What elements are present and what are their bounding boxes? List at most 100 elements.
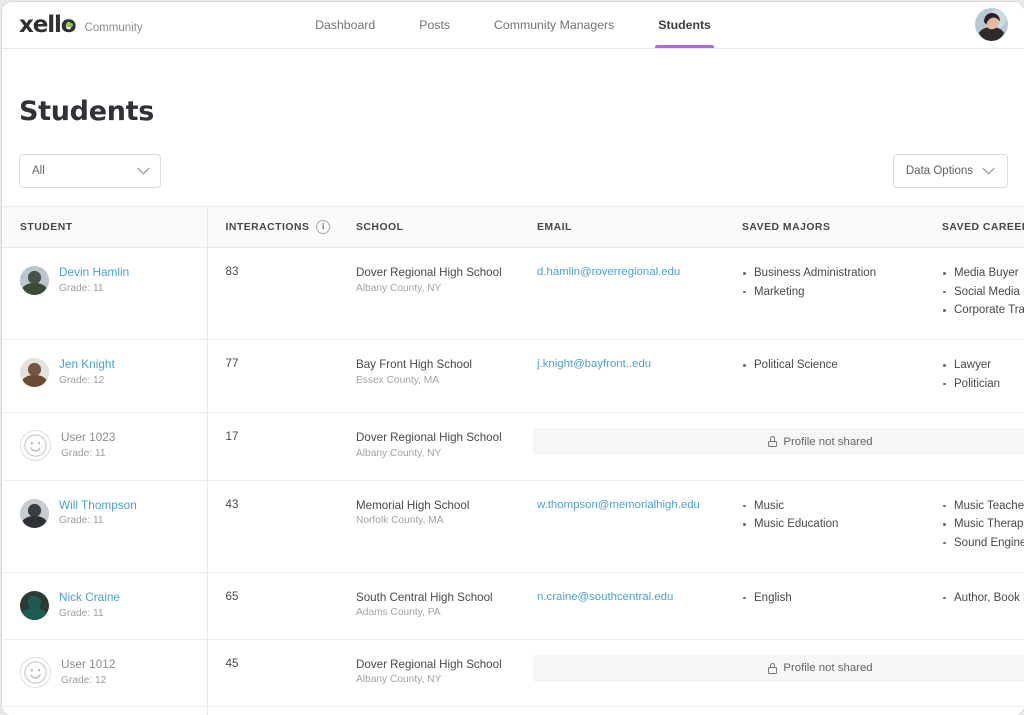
student-name[interactable]: Nick Craine xyxy=(59,590,120,606)
interactions-count: 77 xyxy=(208,357,339,370)
cell-interactions: 43 xyxy=(207,480,338,572)
table-body: Devin HamlinGrade: 1183Dover Regional Hi… xyxy=(2,248,1024,715)
student-info: Will ThompsonGrade: 11 xyxy=(59,498,137,529)
cell-school: Bay Front High SchoolEssex County, MA xyxy=(338,340,519,413)
avatar xyxy=(20,266,49,295)
avatar xyxy=(20,499,49,528)
email-link[interactable]: j.knight@bayfront..edu xyxy=(537,358,651,370)
table-row[interactable]: User 1012Grade: 12 45Dover Regional High … xyxy=(2,639,1024,706)
students-table: STUDENTINTERACTIONSiSCHOOLEMAILSAVED MAJ… xyxy=(2,206,1024,715)
career-item: Sound Engineer xyxy=(942,535,1024,552)
column-header-email[interactable]: EMAIL xyxy=(519,207,724,248)
column-header-label: SAVED CAREERS xyxy=(942,222,1024,233)
school-info: Dover Regional High SchoolAlbany County,… xyxy=(338,657,519,686)
cell-school: Dover Regional High SchoolAlbany County,… xyxy=(338,706,519,715)
cell-profile-not-shared: Profile not shared xyxy=(519,706,1024,715)
student-photo xyxy=(20,266,49,295)
student-cell: Devin HamlinGrade: 11 xyxy=(2,265,207,296)
interactions-count: 65 xyxy=(208,590,339,603)
career-item: Music Therapist xyxy=(942,516,1024,533)
nav-item-dashboard[interactable]: Dashboard xyxy=(293,2,397,48)
student-filter-value: All xyxy=(32,165,45,177)
school-info: Dover Regional High SchoolAlbany County,… xyxy=(338,430,519,459)
email-link[interactable]: n.craine@southcentral.edu xyxy=(537,591,673,603)
major-list: Political Science xyxy=(724,357,924,374)
info-icon[interactable]: i xyxy=(316,220,330,234)
cell-interactions: 83 xyxy=(207,248,338,340)
cell-saved-majors: MusicMusic Education xyxy=(724,480,924,572)
avatar xyxy=(20,657,51,688)
school-name: South Central High School xyxy=(356,590,509,606)
column-header-interactions[interactable]: INTERACTIONSi xyxy=(207,207,338,248)
school-name: Bay Front High School xyxy=(356,357,509,373)
nav-item-posts[interactable]: Posts xyxy=(397,2,472,48)
chevron-down-icon xyxy=(137,167,150,175)
cell-school: South Central High SchoolAdams County, P… xyxy=(338,572,519,639)
student-name[interactable]: Will Thompson xyxy=(59,498,137,514)
anonymous-user-icon xyxy=(21,658,50,687)
avatar xyxy=(20,358,49,387)
lock-icon xyxy=(768,436,777,447)
interactions-count: 17 xyxy=(208,430,339,443)
cell-interactions: 45 xyxy=(207,639,338,706)
cell-saved-careers: LawyerPolitician xyxy=(924,340,1024,413)
student-name[interactable]: Devin Hamlin xyxy=(59,265,129,281)
column-header-majors[interactable]: SAVED MAJORS xyxy=(724,207,924,248)
career-item: Music Teacher xyxy=(942,498,1024,515)
table-row[interactable]: User 1013Grade: 1128Dover Regional High … xyxy=(2,706,1024,715)
cell-profile-not-shared: Profile not shared xyxy=(519,639,1024,706)
table-row[interactable]: User 1023Grade: 11 17Dover Regional High … xyxy=(2,413,1024,480)
table-controls: All Data Options xyxy=(19,154,1008,188)
major-item: English xyxy=(742,590,914,607)
student-grade: Grade: 11 xyxy=(61,447,115,461)
school-location: Adams County, PA xyxy=(356,607,509,618)
cell-saved-majors: Business AdministrationMarketing xyxy=(724,248,924,340)
student-cell: User 1012Grade: 12 xyxy=(2,657,207,688)
cell-saved-majors: Political Science xyxy=(724,340,924,413)
nav-item-students[interactable]: Students xyxy=(636,2,733,48)
main-nav: DashboardPostsCommunity ManagersStudents xyxy=(2,2,1024,48)
student-photo xyxy=(20,591,49,620)
nav-item-community-managers[interactable]: Community Managers xyxy=(472,2,636,48)
student-info: User 1023Grade: 11 xyxy=(61,430,115,461)
table-row[interactable]: Devin HamlinGrade: 1183Dover Regional Hi… xyxy=(2,248,1024,340)
cell-school: Dover Regional High SchoolAlbany County,… xyxy=(338,639,519,706)
cell-interactions: 17 xyxy=(207,413,338,480)
column-header-student[interactable]: STUDENT xyxy=(2,207,207,248)
student-info: User 1012Grade: 12 xyxy=(61,657,115,688)
student-info: Devin HamlinGrade: 11 xyxy=(59,265,129,296)
career-list: Media BuyerSocial Media ManagerCorporate… xyxy=(924,265,1024,319)
column-header-careers[interactable]: SAVED CAREERS xyxy=(924,207,1024,248)
student-grade: Grade: 11 xyxy=(59,514,137,528)
user-avatar[interactable] xyxy=(975,8,1008,41)
students-table-container: STUDENTINTERACTIONSiSCHOOLEMAILSAVED MAJ… xyxy=(2,206,1024,715)
major-item: Business Administration xyxy=(742,265,914,282)
major-item: Music Education xyxy=(742,516,914,533)
column-header-content: EMAIL xyxy=(519,222,724,233)
major-list: Business AdministrationMarketing xyxy=(724,265,924,300)
student-name: User 1012 xyxy=(61,657,115,673)
cell-school: Dover Regional High SchoolAlbany County,… xyxy=(338,413,519,480)
career-item: Lawyer xyxy=(942,357,1024,374)
career-item: Social Media Manager xyxy=(942,284,1024,301)
cell-email: d.hamlin@roverregional.edu xyxy=(519,248,724,340)
table-row[interactable]: Will ThompsonGrade: 1143Memorial High Sc… xyxy=(2,480,1024,572)
email-wrap: d.hamlin@roverregional.edu xyxy=(519,265,724,278)
column-header-school[interactable]: SCHOOL xyxy=(338,207,519,248)
data-options-button[interactable]: Data Options xyxy=(893,154,1008,188)
table-row[interactable]: Jen KnightGrade: 1277Bay Front High Scho… xyxy=(2,340,1024,413)
student-cell: Jen KnightGrade: 12 xyxy=(2,357,207,388)
student-cell: Will ThompsonGrade: 11 xyxy=(2,498,207,529)
student-filter-select[interactable]: All xyxy=(19,154,161,188)
column-header-content: SAVED CAREERS xyxy=(924,222,1024,233)
email-wrap: j.knight@bayfront..edu xyxy=(519,357,724,370)
table-row[interactable]: Nick CraineGrade: 1165South Central High… xyxy=(2,572,1024,639)
student-grade: Grade: 12 xyxy=(59,374,115,388)
email-link[interactable]: w.thompson@memorialhigh.edu xyxy=(537,499,700,511)
data-options-label: Data Options xyxy=(906,165,973,177)
email-link[interactable]: d.hamlin@roverregional.edu xyxy=(537,266,680,278)
student-name: User 1023 xyxy=(61,430,115,446)
interactions-count: 45 xyxy=(208,657,339,670)
student-name[interactable]: Jen Knight xyxy=(59,357,115,373)
student-info: Nick CraineGrade: 11 xyxy=(59,590,120,621)
